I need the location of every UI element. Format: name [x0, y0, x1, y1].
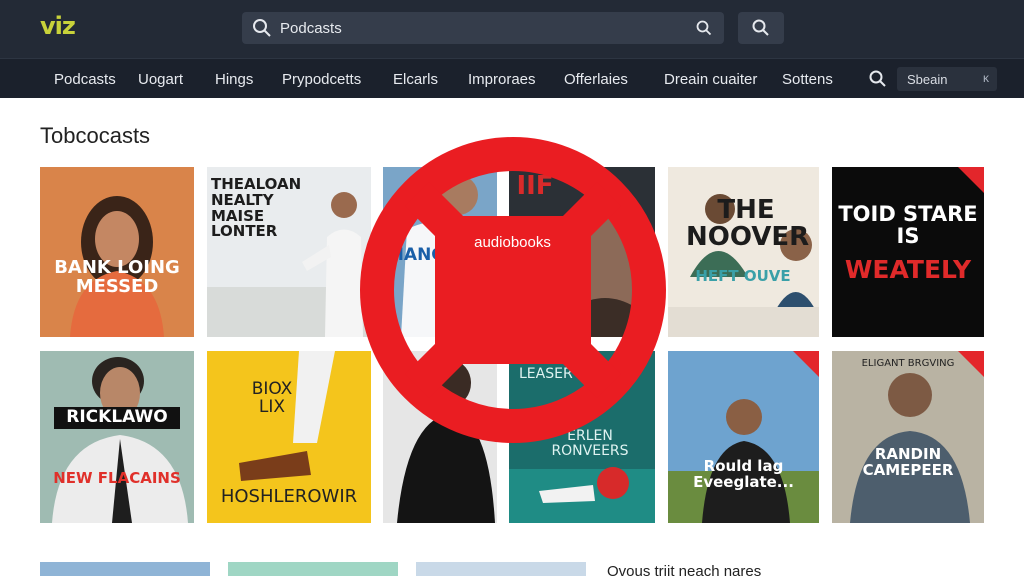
search-bar[interactable]	[242, 12, 724, 44]
nav-item-hings[interactable]: Hings	[215, 71, 253, 88]
podcast-card[interactable]: THE NOOVER HEFT OUVE	[668, 167, 819, 337]
cover-title: BANK LOING MESSED	[54, 257, 180, 297]
cover-subtitle: HOSHLEROWIR	[220, 486, 358, 507]
cover-art-image	[397, 361, 495, 523]
cover-title: THEALOAN NEALTY MAISE LONTER	[211, 175, 302, 241]
podcast-card[interactable]: BANK LOING MESSED	[40, 167, 194, 337]
cover-art-image	[70, 196, 164, 337]
overlay-label: audiobooks	[474, 234, 551, 251]
podcast-card[interactable]: MANGIP	[383, 167, 497, 337]
search-input[interactable]	[280, 12, 680, 44]
search-icon[interactable]	[869, 70, 887, 93]
search-icon	[252, 18, 272, 43]
cover-art-image	[52, 357, 188, 523]
nav-search-field[interactable]: ĸ	[897, 67, 997, 91]
cover-title: RICKLAWO	[54, 407, 180, 429]
thumbnail[interactable]	[228, 562, 398, 576]
nav-item-podcasts[interactable]: Podcasts	[54, 71, 116, 88]
cover-title: LEASER	[519, 366, 573, 382]
cover-title: BIOX LIX	[251, 379, 293, 417]
nav-search-input[interactable]	[907, 67, 975, 91]
nav-item-improraes[interactable]: Improraes	[468, 71, 536, 88]
podcast-card[interactable]: IIF	[509, 167, 655, 337]
cover-art-image	[668, 194, 819, 337]
cover-subtitle: ERLEN RONVEERS	[551, 428, 629, 459]
thumbnail[interactable]	[40, 562, 210, 576]
nav-item-sottens[interactable]: Sottens	[782, 71, 833, 88]
nav-item-dreain-cuaiter[interactable]: Dreain cuaiter	[664, 71, 757, 88]
podcast-card[interactable]: RICKLAWO NEW FLACAINS	[40, 351, 194, 523]
nav-item-prypodcetts[interactable]: Prypodcetts	[282, 71, 361, 88]
nav-item-uogart[interactable]: Uogart	[138, 71, 183, 88]
cover-subtitle: WEATELY	[844, 255, 972, 284]
thumbnail[interactable]	[416, 562, 586, 576]
podcast-card[interactable]: Rould lag Eveeglate...	[668, 351, 819, 523]
app-logo[interactable]: viz	[40, 12, 76, 40]
podcast-card[interactable]	[383, 351, 497, 523]
clear-icon[interactable]: ĸ	[983, 71, 989, 85]
podcast-card[interactable]: LEASER ERLEN RONVEERS	[509, 351, 655, 523]
top-bar: viz	[0, 0, 1024, 58]
podcast-card[interactable]: THEALOAN NEALTY MAISE LONTER	[207, 167, 371, 337]
search-submit-icon[interactable]	[696, 20, 712, 41]
cover-subtitle: HEFT OUVE	[695, 267, 791, 285]
corner-badge	[958, 167, 984, 193]
podcast-card[interactable]: ELIGANT BRGVING RANDIN CAMEPEER	[832, 351, 984, 523]
cover-title: IIF	[516, 171, 554, 201]
cover-subtitle: NEW FLACAINS	[53, 469, 181, 487]
category-nav: Podcasts Uogart Hings Prypodcetts Elcarl…	[0, 58, 1024, 98]
podcast-card[interactable]: TOID STARE IS WEATELY	[832, 167, 984, 337]
cover-title: TOID STARE IS	[838, 202, 978, 249]
corner-badge	[793, 351, 819, 377]
podcast-card[interactable]: BIOX LIX HOSHLEROWIR	[207, 351, 371, 523]
cover-title: THE NOOVER	[686, 195, 810, 253]
cover-subtitle: RANDIN CAMEPEER	[862, 445, 954, 479]
search-button[interactable]	[738, 12, 784, 44]
section-heading: Ovous triit neach nares	[607, 563, 762, 576]
search-icon	[752, 19, 770, 42]
nav-item-elcarls[interactable]: Elcarls	[393, 71, 438, 88]
nav-item-offerlaies[interactable]: Offerlaies	[564, 71, 628, 88]
section-title: Tobcocasts	[40, 123, 151, 148]
cover-title: ELIGANT BRGVING	[861, 358, 955, 369]
cover-title: Rould lag Eveeglate...	[693, 457, 794, 491]
